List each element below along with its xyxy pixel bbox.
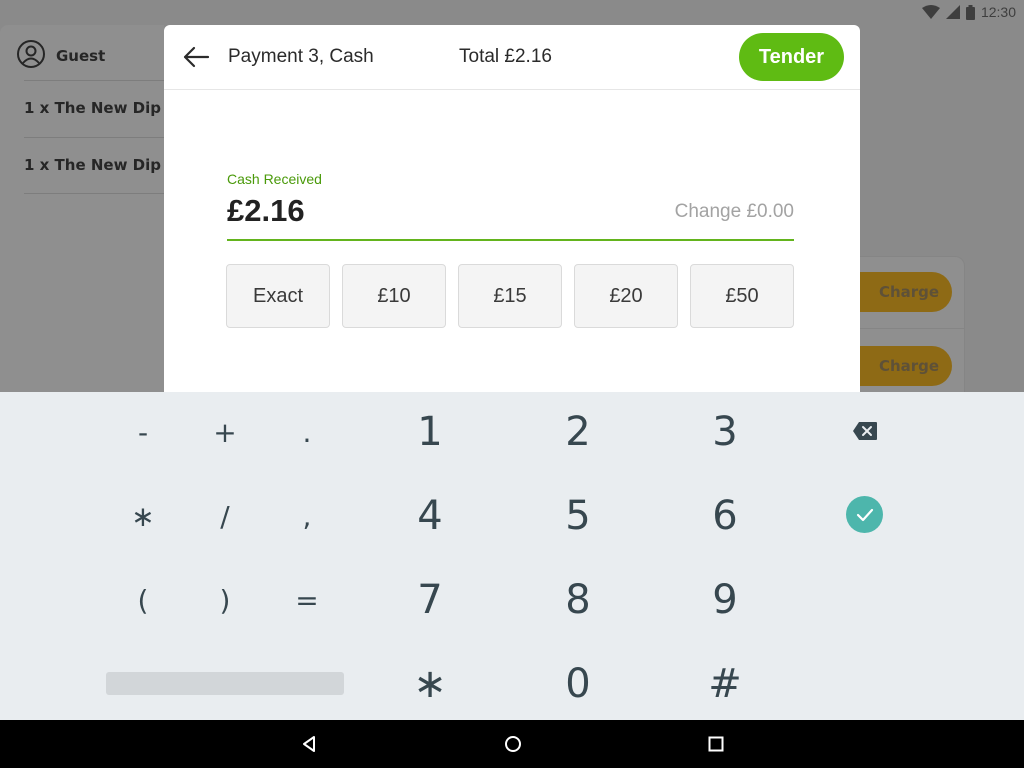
guest-label: Guest (56, 47, 106, 65)
tender-button[interactable]: Tender (739, 33, 844, 81)
key-asterisk[interactable]: ∗ (113, 486, 173, 546)
key-star[interactable]: ∗ (390, 649, 470, 719)
status-time: 12:30 (980, 4, 1016, 20)
triangle-back-icon (303, 736, 315, 752)
key-plus[interactable]: + (195, 402, 255, 462)
total-amount: Total £2.16 (459, 46, 552, 67)
done-key[interactable] (846, 496, 883, 533)
nav-home-button[interactable] (501, 732, 525, 756)
order-panel: Guest 1 x The New Dip 1 x The New Dip (0, 25, 164, 395)
guest-avatar-icon (16, 39, 46, 73)
nav-recents-button[interactable] (704, 732, 728, 756)
exact-amount-button[interactable]: Exact (226, 264, 330, 328)
check-icon (856, 508, 873, 521)
divider (24, 80, 164, 81)
divider (860, 328, 964, 329)
key-slash[interactable]: / (195, 486, 255, 546)
status-icons: 12:30 (921, 3, 1016, 21)
key-hash[interactable]: # (685, 649, 765, 719)
space-bar[interactable] (106, 672, 344, 695)
amount-50-button[interactable]: £50 (690, 264, 794, 328)
key-6[interactable]: 6 (685, 481, 765, 551)
dialog-header: Payment 3, Cash Total £2.16 Tender (164, 25, 860, 90)
backspace-icon (853, 422, 877, 440)
cash-received-input[interactable]: £2.16 Change £0.00 (227, 193, 794, 241)
amount-20-button[interactable]: £20 (574, 264, 678, 328)
amount-10-button[interactable]: £10 (342, 264, 446, 328)
key-period[interactable]: . (277, 402, 337, 462)
circle-home-icon (505, 736, 521, 752)
numeric-keyboard: - + . ∗ / , ( ) = 1 2 3 4 5 6 7 8 9 ∗ 0 … (0, 392, 1024, 720)
back-button[interactable] (180, 43, 212, 71)
payment-dialog: Payment 3, Cash Total £2.16 Tender Cash … (164, 25, 860, 395)
arrow-left-icon (183, 46, 210, 68)
key-minus[interactable]: - (113, 402, 173, 462)
key-close-paren[interactable]: ) (195, 570, 255, 630)
square-recents-icon (708, 736, 724, 752)
key-7[interactable]: 7 (390, 565, 470, 635)
key-open-paren[interactable]: ( (113, 570, 173, 630)
key-0[interactable]: 0 (538, 649, 618, 719)
signal-icon (945, 5, 960, 19)
key-9[interactable]: 9 (685, 565, 765, 635)
guest-row: Guest (16, 39, 105, 73)
dialog-title: Payment 3, Cash (228, 46, 374, 67)
status-bar: 12:30 (0, 0, 1024, 24)
wifi-icon (921, 5, 940, 19)
nav-back-button[interactable] (297, 732, 321, 756)
key-4[interactable]: 4 (390, 481, 470, 551)
key-comma[interactable]: , (277, 486, 337, 546)
divider (24, 137, 164, 138)
key-equals[interactable]: = (277, 570, 337, 630)
order-line: 1 x The New Dip (24, 156, 161, 174)
divider (24, 193, 164, 194)
key-3[interactable]: 3 (685, 397, 765, 467)
charge-button: Charge (858, 346, 952, 386)
order-line: 1 x The New Dip (24, 99, 161, 117)
battery-icon (965, 4, 975, 20)
cash-received-value: £2.16 (227, 193, 305, 228)
key-8[interactable]: 8 (538, 565, 618, 635)
change-text: Change £0.00 (674, 201, 794, 222)
amount-15-button[interactable]: £15 (458, 264, 562, 328)
quick-amount-row: Exact £10 £15 £20 £50 (226, 264, 794, 328)
key-1[interactable]: 1 (390, 397, 470, 467)
backspace-key[interactable] (848, 418, 882, 444)
cash-received-label: Cash Received (227, 171, 322, 187)
key-5[interactable]: 5 (538, 481, 618, 551)
key-2[interactable]: 2 (538, 397, 618, 467)
charge-button: Charge (858, 272, 952, 312)
navigation-bar (0, 720, 1024, 768)
